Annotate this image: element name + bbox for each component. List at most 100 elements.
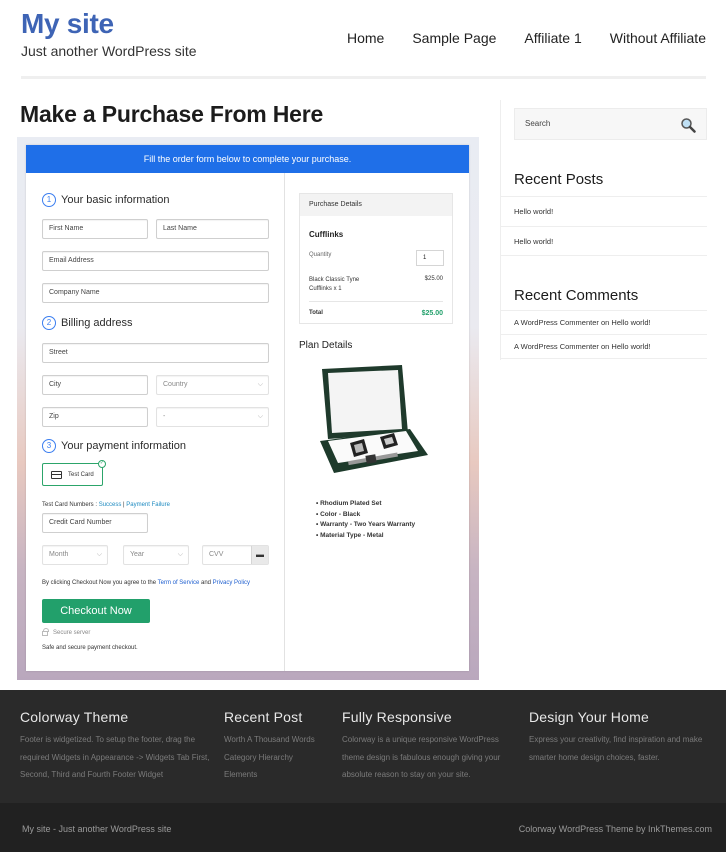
year-select[interactable]: Year ⌵: [123, 545, 189, 565]
plan-features-list: Rhodium Plated Set Color - Black Warrant…: [316, 499, 415, 541]
plan-feature: Material Type - Metal: [316, 531, 415, 542]
section-billing-label: Billing address: [61, 317, 133, 329]
nav-sample-page[interactable]: Sample Page: [412, 30, 496, 46]
agreement-text: By clicking Checkout Now you agree to th…: [42, 580, 250, 586]
email-input[interactable]: Email Address: [42, 251, 269, 271]
plan-feature: Rhodium Plated Set: [316, 499, 415, 510]
footer-bottom-bar: My site - Just another WordPress site Co…: [0, 803, 726, 852]
nav-without-affiliate[interactable]: Without Affiliate: [610, 30, 706, 46]
footer-col-title: Colorway Theme: [20, 709, 129, 725]
street-input[interactable]: Street: [42, 343, 269, 363]
check-icon: ✓: [98, 460, 106, 468]
recent-post-link[interactable]: Hello world!: [501, 196, 707, 226]
recent-post-link[interactable]: Hello world!: [501, 226, 707, 256]
form-banner: Fill the order form below to complete yo…: [26, 145, 469, 173]
payment-method-label: Test Card: [68, 471, 94, 478]
card-number-input[interactable]: Credit Card Number: [42, 513, 148, 533]
nav-home[interactable]: Home: [347, 30, 384, 46]
checkout-now-button[interactable]: Checkout Now: [42, 599, 150, 623]
plan-details-title: Plan Details: [299, 340, 353, 351]
footer-col-design-home: Design Your Home Express your creativity…: [529, 709, 721, 766]
product-image-cufflinks: [320, 365, 428, 473]
zip-input[interactable]: Zip: [42, 407, 148, 427]
sidebar: Search Recent Posts Hello world! Hello w…: [500, 100, 707, 360]
site-tagline: Just another WordPress site: [21, 43, 197, 59]
test-numbers-label: Test Card Numbers :: [42, 502, 99, 508]
footer-post-link[interactable]: Category Hierarchy: [224, 749, 334, 767]
chevron-down-icon: ⌵: [257, 413, 263, 420]
footer-col-responsive: Fully Responsive Colorway is a unique re…: [342, 709, 520, 784]
quantity-input[interactable]: 1: [416, 250, 444, 266]
plan-feature: Warranty - Two Years Warranty: [316, 520, 415, 531]
total-amount: $25.00: [421, 310, 443, 317]
test-failure-link[interactable]: Payment Failure: [126, 502, 170, 508]
recent-posts-title: Recent Posts: [514, 171, 604, 188]
purchase-details-box: Purchase Details Cufflinks Quantity 1 Bl…: [299, 193, 453, 324]
form-left-column: 1 Your basic information First Name Last…: [26, 173, 285, 671]
state-select[interactable]: - ⌵: [156, 407, 269, 427]
step-2-icon: 2: [42, 316, 56, 330]
footer-col-text: Footer is widgetized. To setup the foote…: [20, 735, 210, 779]
chevron-down-icon: ⌵: [177, 551, 183, 558]
year-select-value: Year: [130, 551, 145, 558]
safe-checkout-text: Safe and secure payment checkout.: [42, 645, 138, 651]
last-name-input[interactable]: Last Name: [156, 219, 269, 239]
search-placeholder: Search: [525, 119, 551, 128]
search-icon[interactable]: [680, 117, 696, 133]
recent-comment-link[interactable]: A WordPress Commenter on Hello world!: [501, 310, 707, 334]
quantity-label: Quantity: [309, 252, 332, 258]
section-basic-label: Your basic information: [61, 194, 170, 206]
footer-col-colorway: Colorway Theme Footer is widgetized. To …: [20, 709, 215, 784]
agree-and: and: [199, 580, 213, 586]
test-success-link[interactable]: Success: [99, 502, 122, 508]
product-name: Cufflinks: [309, 230, 344, 239]
cvv-input[interactable]: CVV ▬: [202, 545, 269, 565]
page-title: Make a Purchase From Here: [20, 101, 324, 127]
nav-affiliate-1[interactable]: Affiliate 1: [524, 30, 581, 46]
main-nav: Home Sample Page Affiliate 1 Without Aff…: [347, 30, 706, 46]
footer-post-link[interactable]: Elements: [224, 766, 334, 784]
footer-site-info: My site - Just another WordPress site: [22, 824, 172, 834]
checkout-form-card: Fill the order form below to complete yo…: [26, 145, 469, 671]
company-input[interactable]: Company Name: [42, 283, 269, 303]
footer-credit-link[interactable]: Colorway WordPress Theme by InkThemes.co…: [519, 824, 712, 834]
footer-post-link[interactable]: Worth A Thousand Words: [224, 731, 334, 749]
search-input[interactable]: Search: [514, 108, 707, 140]
card-icon: ▬: [251, 546, 268, 564]
checkout-form-frame: Fill the order form below to complete yo…: [17, 137, 479, 680]
recent-comment-link[interactable]: A WordPress Commenter on Hello world!: [501, 334, 707, 359]
terms-link[interactable]: Term of Service: [158, 580, 200, 586]
credit-card-icon: [51, 470, 62, 479]
lock-icon: [42, 628, 49, 636]
step-1-icon: 1: [42, 193, 56, 207]
country-select[interactable]: Country ⌵: [156, 375, 269, 395]
section-billing: 2 Billing address: [42, 316, 133, 330]
site-title-link[interactable]: My site: [21, 8, 114, 40]
test-card-numbers: Test Card Numbers : Success | Payment Fa…: [42, 502, 170, 508]
header-divider: [21, 76, 706, 79]
total-label: Total: [309, 310, 323, 316]
month-select-value: Month: [49, 551, 69, 558]
city-input[interactable]: City: [42, 375, 148, 395]
divider: [309, 301, 443, 302]
line-item-price: $25.00: [424, 276, 443, 282]
first-name-input[interactable]: First Name: [42, 219, 148, 239]
country-select-value: Country: [163, 381, 188, 388]
plan-feature: Color - Black: [316, 510, 415, 521]
privacy-link[interactable]: Privacy Policy: [213, 580, 250, 586]
recent-comments-title: Recent Comments: [514, 287, 639, 304]
payment-method-test-card[interactable]: Test Card ✓: [42, 460, 106, 486]
footer-col-recent-post: Recent Post Worth A Thousand Words Categ…: [224, 709, 334, 784]
month-select[interactable]: Month ⌵: [42, 545, 108, 565]
secure-server: Secure server: [42, 628, 90, 636]
chevron-down-icon: ⌵: [96, 551, 102, 558]
footer-widgets: Colorway Theme Footer is widgetized. To …: [0, 690, 726, 803]
section-payment: 3 Your payment information: [42, 439, 186, 453]
step-3-icon: 3: [42, 439, 56, 453]
section-payment-label: Your payment information: [61, 440, 186, 452]
line-item: Black Classic Tyne Cufflinks x 1: [309, 277, 360, 292]
purchase-details-header: Purchase Details: [300, 194, 452, 216]
footer-col-title: Design Your Home: [529, 709, 649, 725]
footer-col-text: Colorway is a unique responsive WordPres…: [342, 735, 501, 779]
cvv-placeholder: CVV: [209, 551, 224, 558]
